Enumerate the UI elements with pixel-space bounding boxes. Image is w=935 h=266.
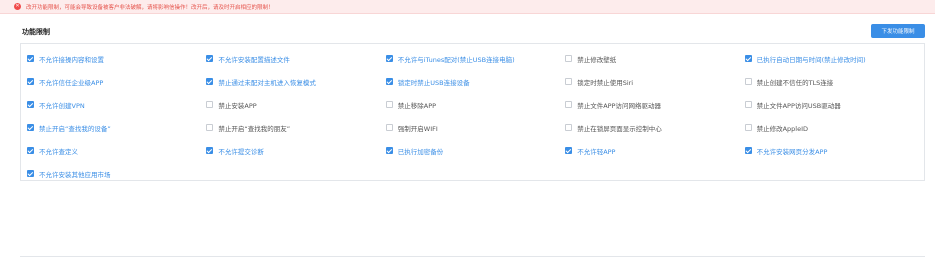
checkbox-checked-icon[interactable] — [385, 55, 393, 62]
checkbox-checked-icon[interactable] — [27, 170, 34, 177]
checkbox-unchecked-icon[interactable] — [385, 101, 393, 108]
restriction-label: 禁止在锁屏页面显示控制中心 — [577, 124, 662, 133]
restriction-item[interactable]: 不允许轻APP — [565, 139, 744, 162]
restriction-item[interactable]: 不允许信任企业级APP — [27, 70, 206, 93]
restriction-item[interactable]: 不允许查定义 — [27, 139, 206, 162]
restriction-item[interactable]: 不允许创建VPN — [27, 93, 206, 116]
restriction-item[interactable]: 禁止文件APP访问USB驱动器 — [744, 93, 924, 116]
restriction-label: 禁止移除APP — [397, 101, 437, 110]
restriction-item[interactable]: 锁定时禁止USB连接设备 — [385, 70, 565, 93]
restriction-item[interactable]: 禁止安装APP — [206, 93, 385, 116]
section-title: 功能限制 — [22, 28, 50, 36]
restriction-label: 不允许轻APP — [577, 147, 616, 156]
checkbox-checked-icon[interactable] — [27, 124, 34, 131]
restriction-label: 不允许安装配置描述文件 — [218, 55, 290, 64]
checkbox-unchecked-icon[interactable] — [565, 55, 573, 62]
restriction-label: 锁定时禁止使用Siri — [577, 78, 634, 87]
restriction-label: 已执行自动日期与时间(禁止修改时间) — [756, 55, 866, 64]
checkbox-unchecked-icon[interactable] — [744, 101, 752, 108]
checkbox-checked-icon[interactable] — [206, 147, 214, 154]
restriction-item[interactable]: 不允许安装配置描述文件 — [206, 47, 385, 70]
checkbox-unchecked-icon[interactable] — [206, 124, 214, 131]
checkbox-unchecked-icon[interactable] — [744, 78, 752, 85]
checkbox-checked-icon[interactable] — [744, 147, 752, 154]
restriction-label: 锁定时禁止USB连接设备 — [397, 78, 470, 87]
restriction-label: 不允许安装其他应用市场 — [39, 170, 111, 179]
restriction-label: 禁止通过未配对主机进入恢复模式 — [218, 78, 316, 87]
restriction-label: 禁止安装APP — [218, 101, 257, 110]
checkbox-checked-icon[interactable] — [27, 78, 34, 85]
restriction-label: 禁止文件APP访问网络驱动器 — [577, 101, 661, 110]
restriction-item[interactable]: 禁止创建不信任的TLS连接 — [744, 70, 924, 93]
restriction-label: 不允许安装网页分发APP — [756, 147, 828, 156]
restriction-item[interactable]: 禁止移除APP — [385, 93, 565, 116]
restrictions-panel: 不允许接操内容和设置 不允许安装配置描述文件 不允许与iTunes配对(禁止USB连… — [20, 43, 925, 181]
restriction-label: 已执行加密备份 — [397, 147, 444, 156]
checkbox-unchecked-icon[interactable] — [206, 101, 214, 108]
restriction-item[interactable]: 不允许安装其他应用市场 — [27, 162, 206, 185]
checkbox-unchecked-icon[interactable] — [565, 124, 573, 131]
checkbox-unchecked-icon[interactable] — [565, 78, 573, 85]
restriction-item[interactable]: 已执行自动日期与时间(禁止修改时间) — [744, 47, 924, 70]
checkbox-checked-icon[interactable] — [206, 55, 214, 62]
checkbox-unchecked-icon[interactable] — [385, 124, 393, 131]
apply-restrictions-button[interactable]: 下发功能限制 — [871, 24, 925, 38]
restriction-item[interactable]: 已执行加密备份 — [385, 139, 565, 162]
restriction-label: 不允许信任企业级APP — [39, 78, 104, 87]
restriction-item[interactable]: 不允许与iTunes配对(禁止USB连接电脑) — [385, 47, 565, 70]
restriction-label: 禁止开启“查找我的朋友” — [218, 124, 291, 133]
restriction-item[interactable]: 禁止开启“查找我的朋友” — [206, 116, 385, 139]
restriction-label: 禁止修改AppleID — [756, 124, 809, 133]
restriction-item[interactable]: 不允许提交诊断 — [206, 139, 385, 162]
restriction-item[interactable]: 强制开启WIFI — [385, 116, 565, 139]
checkbox-checked-icon[interactable] — [206, 78, 214, 85]
restriction-item[interactable]: 禁止修改壁纸 — [565, 47, 744, 70]
checkbox-checked-icon[interactable] — [385, 78, 393, 85]
restriction-item[interactable]: 不允许安装网页分发APP — [744, 139, 924, 162]
checkbox-checked-icon[interactable] — [27, 101, 34, 108]
restrictions-grid: 不允许接操内容和设置 不允许安装配置描述文件 不允许与iTunes配对(禁止USB连… — [21, 44, 924, 185]
restriction-item[interactable]: 禁止修改AppleID — [744, 116, 924, 139]
restriction-item[interactable]: 禁止文件APP访问网络驱动器 — [565, 93, 744, 116]
checkbox-unchecked-icon[interactable] — [565, 101, 573, 108]
restriction-label: 不允许查定义 — [39, 147, 78, 156]
divider — [20, 256, 925, 257]
checkbox-checked-icon[interactable] — [565, 147, 573, 154]
restriction-label: 不允许与iTunes配对(禁止USB连接电脑) — [397, 55, 515, 64]
restriction-label: 禁止文件APP访问USB驱动器 — [756, 101, 841, 110]
checkbox-checked-icon[interactable] — [744, 55, 752, 62]
warning-banner: ✕ 改开功能限制，可能会导致设备被客户非法破解，请将影响信操作！改开后，请及时开… — [0, 0, 935, 14]
restriction-item[interactable]: 禁止在锁屏页面显示控制中心 — [565, 116, 744, 139]
restriction-label: 禁止开启“查找我的设备” — [39, 124, 111, 133]
warning-text: 改开功能限制，可能会导致设备被客户非法破解，请将影响信操作！改开后，请及时开启相… — [26, 4, 274, 11]
restriction-label: 不允许创建VPN — [39, 101, 85, 110]
restriction-label: 不允许提交诊断 — [218, 147, 264, 156]
checkbox-checked-icon[interactable] — [27, 55, 34, 62]
checkbox-checked-icon[interactable] — [385, 147, 393, 154]
restriction-label: 强制开启WIFI — [397, 124, 438, 133]
checkbox-checked-icon[interactable] — [27, 147, 34, 154]
checkbox-unchecked-icon[interactable] — [744, 124, 752, 131]
restriction-label: 禁止创建不信任的TLS连接 — [756, 78, 834, 87]
restriction-item[interactable]: 不允许接操内容和设置 — [27, 47, 206, 70]
restriction-item[interactable]: 禁止开启“查找我的设备” — [27, 116, 206, 139]
error-icon: ✕ — [14, 3, 21, 10]
restriction-label: 禁止修改壁纸 — [577, 55, 617, 64]
restriction-item[interactable]: 锁定时禁止使用Siri — [565, 70, 744, 93]
restriction-label: 不允许接操内容和设置 — [39, 55, 104, 64]
restriction-item[interactable]: 禁止通过未配对主机进入恢复模式 — [206, 70, 385, 93]
